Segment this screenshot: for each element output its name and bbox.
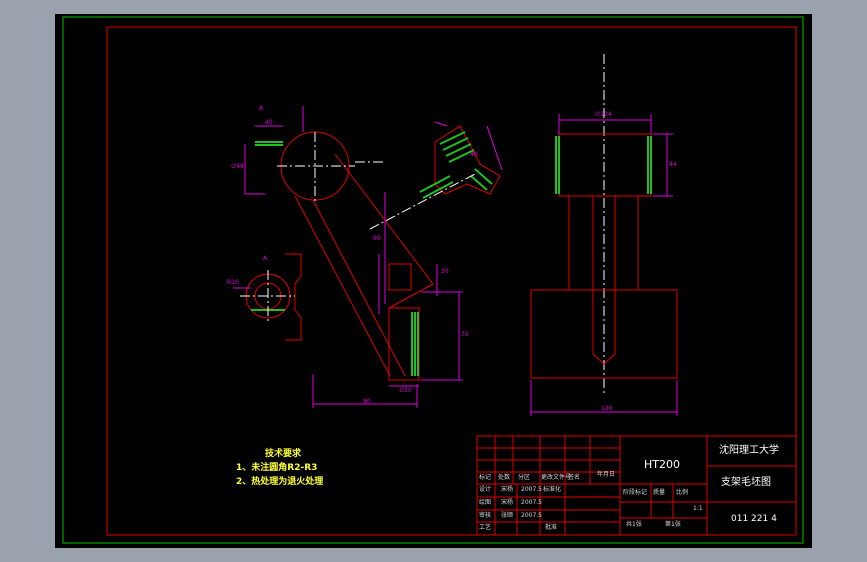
inner-frame: [106, 26, 797, 536]
section-label-detail: A: [263, 255, 268, 262]
notes-title: 技术要求: [265, 449, 302, 459]
row-date-2: 2007.5: [521, 499, 542, 506]
hdr-stage-mark: 阶段标记: [623, 489, 648, 496]
main-view: [280, 131, 434, 381]
row-role-4: 工艺: [479, 524, 492, 531]
dim-label: 40: [470, 151, 478, 158]
hdr-change-doc: 更改文件号: [541, 474, 572, 481]
notes-item-2: 2、热处理为退火处理: [236, 477, 324, 487]
dim-label: 40: [265, 119, 273, 126]
section-label-main: A: [259, 105, 264, 112]
row-role-1: 设计: [479, 486, 492, 493]
dim-label: 120: [601, 405, 613, 412]
row-role-2: 绘图: [479, 499, 492, 506]
row-name-2: 宋杨: [501, 499, 514, 506]
top-boss: [558, 133, 652, 197]
dim-label: 75: [461, 331, 469, 338]
dim-label: ∅134: [595, 111, 612, 118]
cad-viewport: A A 技术要求 1、未注圆角R2-R3 2、热处理为退火处理 HT200 沈阳…: [55, 14, 812, 548]
material-label: HT200: [644, 458, 680, 471]
notes-item-1: 1、未注圆角R2-R3: [236, 463, 318, 473]
detail-view: [245, 253, 302, 341]
outer-frame: [62, 16, 804, 544]
sheet-total: 共1张: [626, 521, 642, 528]
dim-label: ∅50: [399, 387, 412, 394]
centerlines: [240, 54, 605, 394]
row-name-3: 张顺: [501, 512, 514, 519]
sheet-number: 第1张: [665, 521, 681, 528]
hdr-count: 处数: [498, 474, 511, 481]
row-role-3: 审核: [479, 512, 492, 519]
row-label-1: 标准化: [543, 486, 562, 493]
main-dimensions: [233, 106, 503, 408]
hdr-mark: 标记: [479, 474, 492, 481]
hdr-weight: 质量: [653, 489, 666, 496]
drawing-canvas: [62, 16, 804, 544]
dim-label: 30: [441, 268, 449, 275]
row-label-4: 批准: [545, 524, 558, 531]
school-name: 沈阳理工大学: [719, 445, 779, 456]
dim-label: R10: [227, 279, 239, 286]
hdr-zone: 分区: [518, 474, 531, 481]
main-view-hatch: [255, 141, 419, 376]
row-name-1: 宋杨: [501, 486, 514, 493]
drawing-name: 支架毛坯图: [721, 477, 771, 488]
hdr-signature: 签名: [568, 474, 581, 481]
dim-label: ∅48: [231, 163, 244, 170]
row-date-3: 2007.5: [521, 512, 542, 519]
hdr-scale: 比例: [676, 489, 689, 496]
dim-label: 44: [669, 161, 677, 168]
scale-value: 1:1: [693, 505, 703, 512]
dim-label: 80: [363, 398, 371, 405]
hdr-date: 年月日: [597, 471, 616, 478]
drawing-number: 011 221 4: [731, 514, 777, 524]
dim-label: 90: [373, 235, 381, 242]
row-date-1: 2007.5: [521, 486, 542, 493]
